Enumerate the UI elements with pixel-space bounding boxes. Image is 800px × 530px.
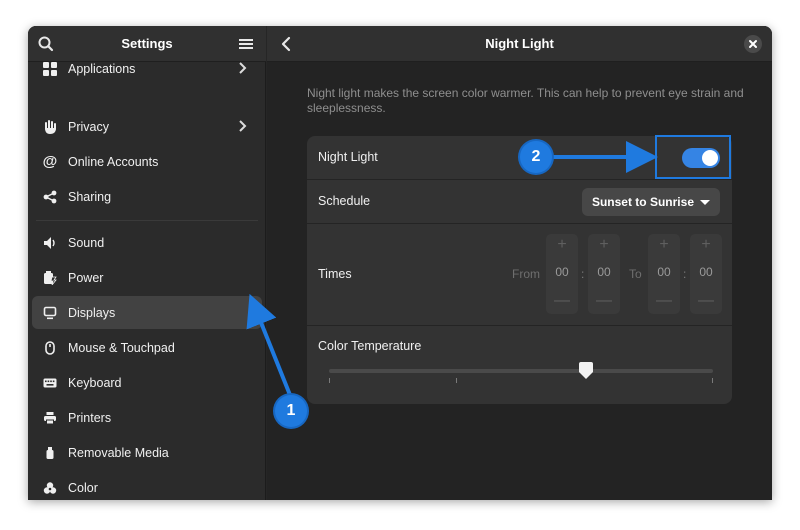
schedule-row: Schedule Sunset to Sunrise [307, 180, 732, 224]
times-label: Times [318, 267, 352, 281]
close-icon [749, 40, 757, 48]
time-separator: : [683, 267, 687, 281]
sidebar-title: Settings [121, 36, 173, 51]
sidebar-item-label: Privacy [68, 119, 109, 134]
sidebar-item-label: Color [68, 480, 98, 495]
sidebar-item-sharing[interactable]: Sharing [32, 180, 262, 213]
at-sign-icon: @ [42, 153, 58, 170]
annotation-highlight-box [655, 135, 731, 179]
slider-tick [329, 378, 330, 383]
sidebar-item-keyboard[interactable]: Keyboard [32, 366, 262, 399]
decrement-icon[interactable]: — [588, 292, 620, 310]
main-panel: Night Light Night light makes the screen… [267, 26, 772, 500]
color-icon [42, 480, 58, 496]
sidebar: Settings Applications Privacy @ Online A… [28, 26, 266, 500]
speaker-icon [42, 235, 58, 251]
sidebar-item-applications[interactable]: Applications [32, 52, 262, 85]
sidebar-item-label: Applications [68, 61, 136, 76]
increment-icon[interactable]: + [546, 236, 578, 254]
night-light-description: Night light makes the screen color warme… [307, 86, 744, 115]
sidebar-item-label: Online Accounts [68, 154, 159, 169]
color-temperature-slider[interactable] [329, 369, 713, 373]
usb-icon [42, 445, 58, 461]
sidebar-item-label: Displays [68, 305, 116, 320]
main-header: Night Light [267, 26, 772, 62]
increment-icon[interactable]: + [588, 236, 620, 254]
sidebar-item-label: Sound [68, 235, 105, 250]
to-minute-value[interactable]: 00 [690, 265, 722, 279]
sidebar-item-label: Removable Media [68, 445, 169, 460]
dropdown-arrow-icon [700, 199, 710, 205]
keyboard-icon [42, 375, 58, 391]
sidebar-item-label: Mouse & Touchpad [68, 340, 175, 355]
sidebar-item-sound[interactable]: Sound [32, 226, 262, 259]
sidebar-item-mouse-touchpad[interactable]: Mouse & Touchpad [32, 331, 262, 364]
mouse-icon [42, 340, 58, 356]
to-hour-value[interactable]: 00 [648, 265, 680, 279]
from-hour-spinner[interactable]: + 00 — [546, 234, 578, 314]
battery-icon [42, 270, 58, 286]
decrement-icon[interactable]: — [546, 292, 578, 310]
time-separator: : [581, 267, 585, 281]
sidebar-item-online-accounts[interactable]: @ Online Accounts [32, 145, 262, 178]
sidebar-item-privacy[interactable]: Privacy [32, 110, 262, 143]
schedule-dropdown[interactable]: Sunset to Sunrise [581, 188, 720, 216]
applications-icon [42, 61, 58, 77]
increment-icon[interactable]: + [690, 236, 722, 254]
monitor-icon [42, 305, 58, 321]
settings-window: Settings Applications Privacy @ Online A… [28, 26, 772, 500]
sidebar-item-label: Keyboard [68, 375, 122, 390]
schedule-value: Sunset to Sunrise [591, 195, 694, 209]
slider-tick [456, 378, 457, 383]
printer-icon [42, 410, 58, 426]
hand-icon [42, 119, 58, 135]
color-temperature-label: Color Temperature [318, 339, 422, 353]
decrement-icon[interactable]: — [648, 292, 680, 310]
search-icon[interactable] [36, 34, 56, 54]
color-temperature-row: Color Temperature [307, 326, 732, 404]
from-minute-value[interactable]: 00 [588, 265, 620, 279]
decrement-icon[interactable]: — [690, 292, 722, 310]
sidebar-separator [36, 220, 258, 221]
from-hour-value[interactable]: 00 [546, 265, 578, 279]
sidebar-item-color[interactable]: Color [32, 471, 262, 500]
from-minute-spinner[interactable]: + 00 — [588, 234, 620, 314]
to-label: To [629, 267, 642, 281]
sidebar-item-label: Sharing [68, 189, 112, 204]
sidebar-item-removable-media[interactable]: Removable Media [32, 436, 262, 469]
times-row: Times From + 00 — : + 00 — To + 00 —: +… [307, 224, 732, 326]
close-button[interactable] [744, 35, 762, 53]
sidebar-item-label: Power [68, 270, 104, 285]
chevron-right-icon [236, 61, 250, 75]
sidebar-item-power[interactable]: Power [32, 261, 262, 294]
slider-tick [712, 378, 713, 383]
hamburger-menu-icon[interactable] [236, 34, 256, 54]
page-title: Night Light [485, 36, 554, 51]
annotation-badge-2: 2 [520, 141, 552, 173]
schedule-label: Schedule [318, 194, 371, 208]
to-minute-spinner[interactable]: + 00 — [690, 234, 722, 314]
sidebar-item-printers[interactable]: Printers [32, 401, 262, 434]
sidebar-item-label: Printers [68, 410, 112, 425]
back-arrow-icon[interactable] [277, 34, 297, 54]
sidebar-item-displays[interactable]: Displays [32, 296, 262, 329]
to-hour-spinner[interactable]: + 00 — [648, 234, 680, 314]
from-label: From [512, 267, 540, 281]
share-icon [42, 189, 58, 205]
chevron-right-icon [236, 119, 250, 133]
night-light-label: Night Light [318, 150, 378, 164]
slider-handle[interactable] [578, 362, 594, 380]
annotation-badge-1: 1 [275, 395, 307, 427]
increment-icon[interactable]: + [648, 236, 680, 254]
